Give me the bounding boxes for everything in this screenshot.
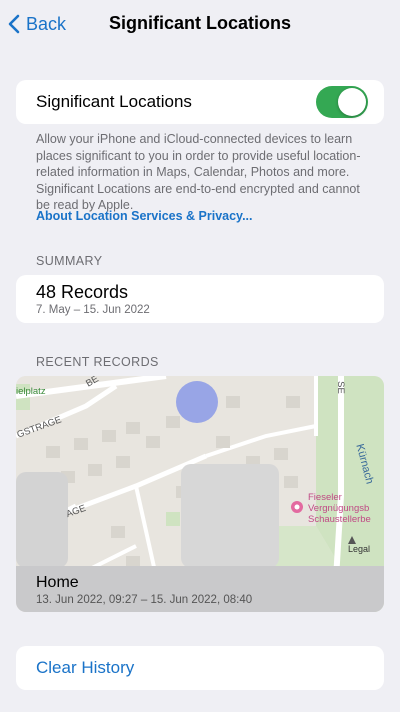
summary-date-range: 7. May – 15. Jun 2022 bbox=[36, 304, 150, 316]
record-time-range: 13. Jun 2022, 09:27 – 15. Jun 2022, 08:4… bbox=[36, 594, 253, 606]
summary-header: SUMMARY bbox=[36, 254, 103, 268]
map-label-poi-line3: Schaustellerbe bbox=[308, 514, 371, 525]
significant-locations-switch[interactable] bbox=[316, 86, 368, 118]
record-footer: Home 13. Jun 2022, 09:27 – 15. Jun 2022,… bbox=[16, 566, 384, 612]
recent-record-home[interactable]: ielplatz GSTRAGE BE SE Kürnach AGE Fiese… bbox=[16, 376, 384, 612]
page-title: Significant Locations bbox=[108, 13, 291, 33]
summary-title: 48 Records bbox=[36, 282, 129, 302]
switch-knob bbox=[338, 88, 366, 116]
clear-history-button[interactable]: Clear History bbox=[16, 646, 384, 690]
map-label-spielplatz: ielplatz bbox=[16, 386, 46, 397]
recent-records-header: RECENT RECORDS bbox=[36, 355, 159, 369]
map-legal-link[interactable]: Legal bbox=[348, 544, 370, 554]
summary-card[interactable]: 48 Records 7. May – 15. Jun 2022 bbox=[16, 275, 384, 323]
map-label-se: SE bbox=[334, 381, 346, 394]
map-label-poi-line2: Vergnügungsb bbox=[308, 503, 370, 514]
clear-history-label: Clear History bbox=[36, 658, 135, 677]
significant-locations-row: Significant Locations bbox=[16, 80, 384, 124]
privacy-link[interactable]: About Location Services & Privacy... bbox=[36, 209, 253, 223]
navigation-bar: Back Significant Locations bbox=[0, 0, 400, 48]
record-title: Home bbox=[36, 574, 79, 591]
map-label-poi-line1: Fieseler bbox=[308, 492, 342, 503]
toggle-label: Significant Locations bbox=[36, 92, 192, 111]
description-text: Allow your iPhone and iCloud-connected d… bbox=[36, 132, 361, 212]
